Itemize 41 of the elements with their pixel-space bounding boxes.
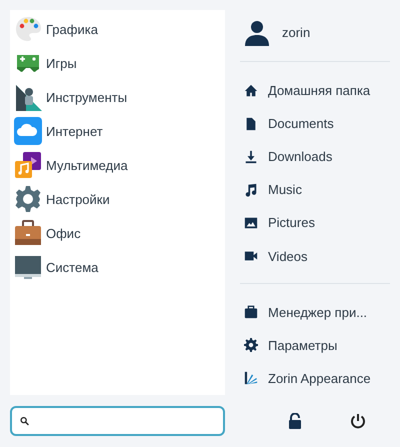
lock-button[interactable]: [286, 411, 304, 431]
shortcut-item[interactable]: Менеджер при...: [240, 296, 390, 329]
category-item[interactable]: Офис: [14, 216, 225, 250]
home-icon: [244, 84, 258, 98]
lock-icon: [288, 413, 302, 429]
category-item[interactable]: Инструменты: [14, 80, 225, 114]
search-field[interactable]: [10, 406, 225, 436]
cloud-icon: [14, 117, 42, 145]
video-camera-icon: [244, 249, 258, 264]
user-item[interactable]: zorin: [240, 14, 390, 52]
music-icon: [244, 182, 258, 197]
shortcut-item[interactable]: Zorin Appearance: [240, 362, 390, 395]
monitor-icon: [14, 253, 42, 281]
multimedia-icon: [14, 151, 42, 179]
place-item[interactable]: Pictures: [240, 206, 390, 240]
gear-icon: [244, 338, 258, 352]
tools-icon: [14, 83, 42, 111]
power-icon: [350, 413, 366, 429]
place-item[interactable]: Documents: [240, 107, 390, 140]
place-item[interactable]: Music: [240, 173, 390, 206]
download-icon: [244, 150, 258, 164]
place-item[interactable]: Downloads: [240, 140, 390, 174]
category-item[interactable]: Мультимедиа: [14, 148, 225, 182]
user-icon: [244, 20, 270, 46]
category-item[interactable]: Интернет: [14, 114, 225, 148]
category-item[interactable]: Игры: [14, 46, 225, 80]
gear-icon: [14, 185, 42, 213]
briefcase-icon: [244, 305, 258, 320]
briefcase-icon: [14, 219, 42, 247]
palette-icon: [14, 15, 42, 43]
document-icon: [244, 116, 258, 131]
place-item[interactable]: Videos: [240, 240, 390, 273]
place-item[interactable]: Домашняя папка: [240, 74, 390, 108]
power-button[interactable]: [348, 411, 368, 431]
category-item[interactable]: Настройки: [14, 182, 225, 216]
search-icon: [20, 414, 29, 428]
fan-lines-icon: [244, 371, 258, 386]
category-item[interactable]: Графика: [14, 12, 225, 46]
category-item[interactable]: Система: [14, 250, 225, 284]
shortcut-item[interactable]: Параметры: [240, 328, 390, 362]
image-icon: [244, 216, 258, 230]
